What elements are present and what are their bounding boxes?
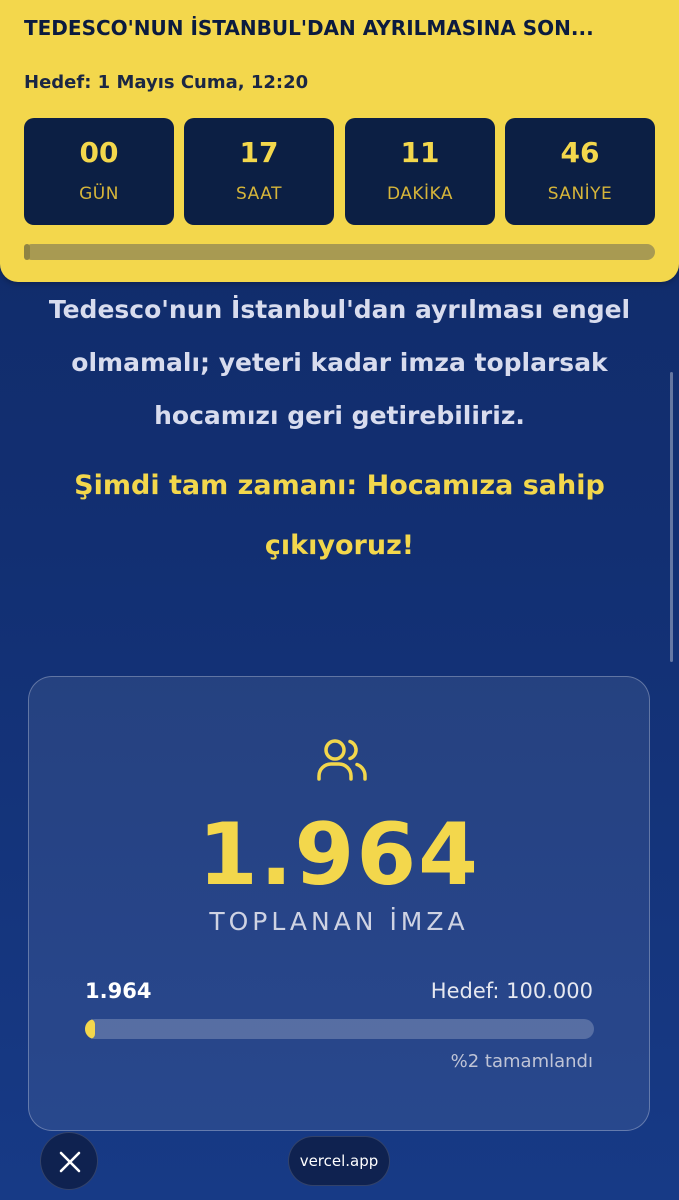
- scrollbar[interactable]: [670, 372, 673, 662]
- close-icon: [59, 1151, 81, 1173]
- banner-target-date: Hedef: 1 Mayıs Cuma, 12:20: [24, 72, 309, 93]
- close-button[interactable]: [40, 1132, 98, 1190]
- signature-count: 1.964: [197, 805, 481, 905]
- countdown-minutes-label: DAKİKA: [386, 184, 454, 204]
- countdown-seconds-value: 46: [560, 136, 600, 169]
- countdown-hours: 17 SAAT: [184, 118, 334, 225]
- countdown-banner: TEDESCO'NUN İSTANBUL'DAN AYRILMASINA SON…: [0, 0, 679, 282]
- countdown-days-value: 00: [79, 136, 119, 169]
- intro-text: Tedesco'nun İstanbul'dan ayrılması engel…: [48, 295, 631, 430]
- countdown-minutes: 11 DAKİKA: [345, 118, 495, 225]
- countdown-days-label: GÜN: [79, 184, 119, 204]
- countdown-seconds: 46 SANİYE: [505, 118, 655, 225]
- signature-progress-fill: [85, 1019, 96, 1039]
- countdown-hours-label: SAAT: [236, 184, 282, 204]
- signature-progress-bar: [85, 1019, 594, 1039]
- countdown-hours-value: 17: [239, 136, 279, 169]
- highlight-text: Şimdi tam zamanı: Hocamıza sahip çıkıyor…: [74, 470, 605, 561]
- signature-goal: Hedef: 100.000: [430, 979, 593, 1003]
- users-icon: [314, 733, 370, 789]
- banner-progress-fill: [24, 244, 31, 260]
- countdown-minutes-value: 11: [400, 136, 440, 169]
- url-pill[interactable]: vercel.app: [288, 1136, 390, 1186]
- banner-progress-bar: [24, 244, 655, 260]
- signature-card: 1.964 TOPLANAN İMZA 1.964 Hedef: 100.000…: [28, 676, 650, 1131]
- completion-percent: %2 tamamlandı: [450, 1051, 593, 1072]
- countdown-days: 00 GÜN: [24, 118, 174, 225]
- signature-count-label: TOPLANAN İMZA: [209, 907, 469, 936]
- countdown-seconds-label: SANİYE: [547, 184, 613, 204]
- current-signature-count: 1.964: [85, 979, 152, 1003]
- banner-title: TEDESCO'NUN İSTANBUL'DAN AYRILMASINA SON…: [24, 16, 594, 40]
